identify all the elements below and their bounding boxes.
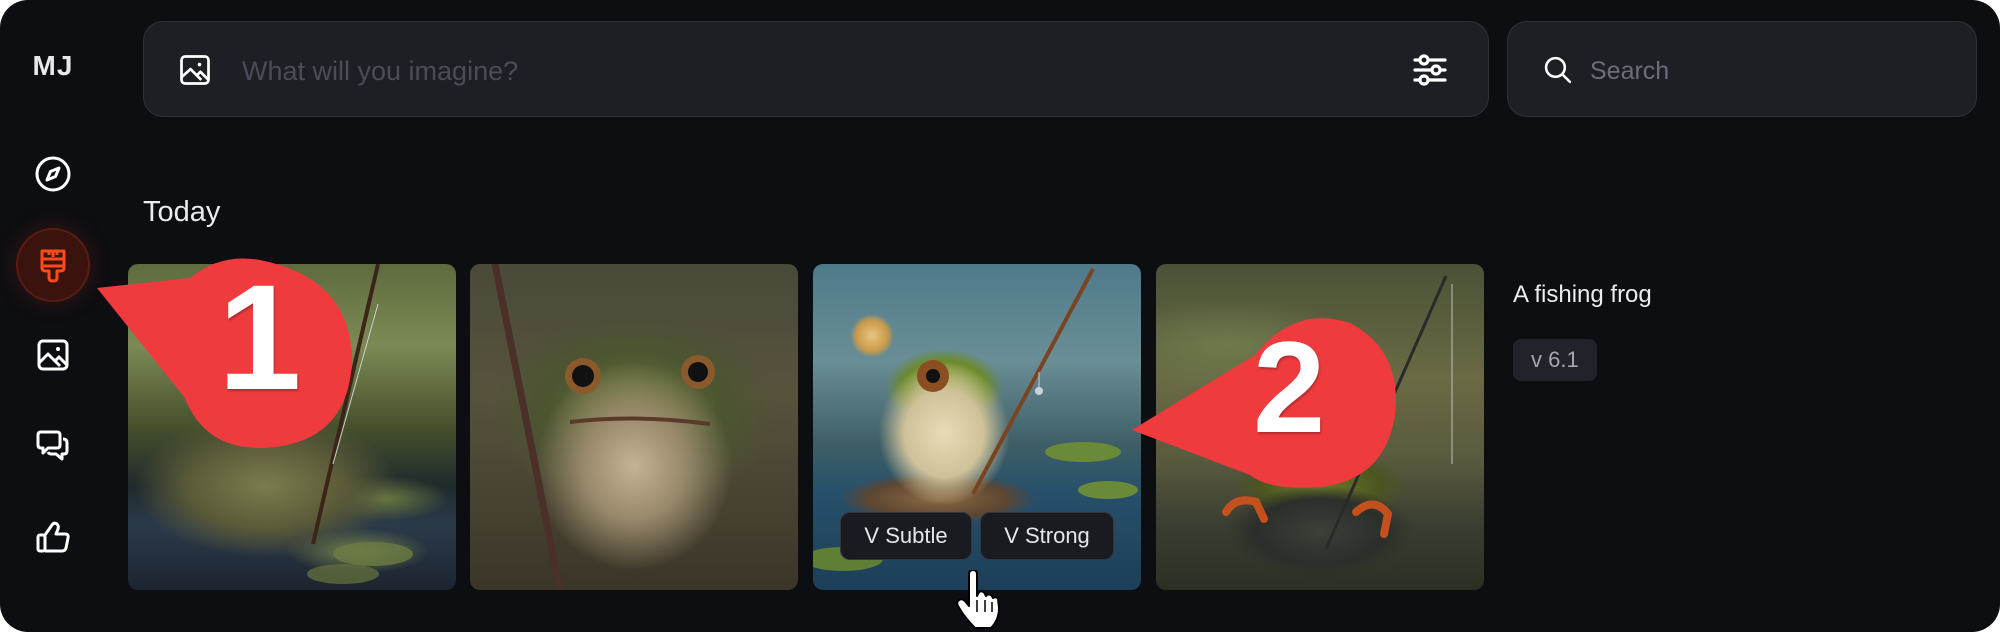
image-upload-icon[interactable]: [177, 52, 213, 88]
sliders-icon[interactable]: [1410, 50, 1450, 90]
frog-painting-2: [491, 264, 715, 590]
annotation-number-2: 2: [1253, 314, 1326, 460]
paintbrush-icon: [40, 249, 66, 283]
sidebar-item-explore[interactable]: [18, 139, 88, 209]
prompt-bar: [143, 21, 1489, 117]
search-input[interactable]: [1588, 44, 1952, 98]
sidebar-item-rank[interactable]: [18, 502, 88, 572]
job-prompt-text[interactable]: A fishing frog: [1513, 281, 1652, 309]
thumbs-up-icon: [36, 521, 70, 553]
vary-subtle-button[interactable]: V Subtle: [840, 512, 972, 560]
sidebar-item-create[interactable]: [18, 230, 88, 300]
search-bar: [1507, 21, 1977, 117]
logo[interactable]: MJ: [28, 50, 78, 82]
hand-pointer-cursor-icon: [956, 570, 1000, 629]
version-badge: v 6.1: [1513, 339, 1597, 381]
image-tile-2[interactable]: [470, 264, 798, 590]
vary-strong-button[interactable]: V Strong: [980, 512, 1114, 560]
compass-icon: [35, 156, 71, 192]
prompt-input[interactable]: [240, 44, 1344, 98]
app-window: MJ What will you imagine? Search Today V…: [0, 0, 2000, 632]
search-icon: [1544, 56, 1572, 84]
section-title-today: Today: [143, 196, 221, 228]
sidebar-item-chat[interactable]: [18, 412, 88, 482]
annotation-number-1: 1: [218, 253, 302, 421]
sidebar-item-organize[interactable]: [18, 320, 88, 390]
chat-bubbles-icon: [36, 430, 69, 461]
image-icon: [37, 339, 69, 371]
